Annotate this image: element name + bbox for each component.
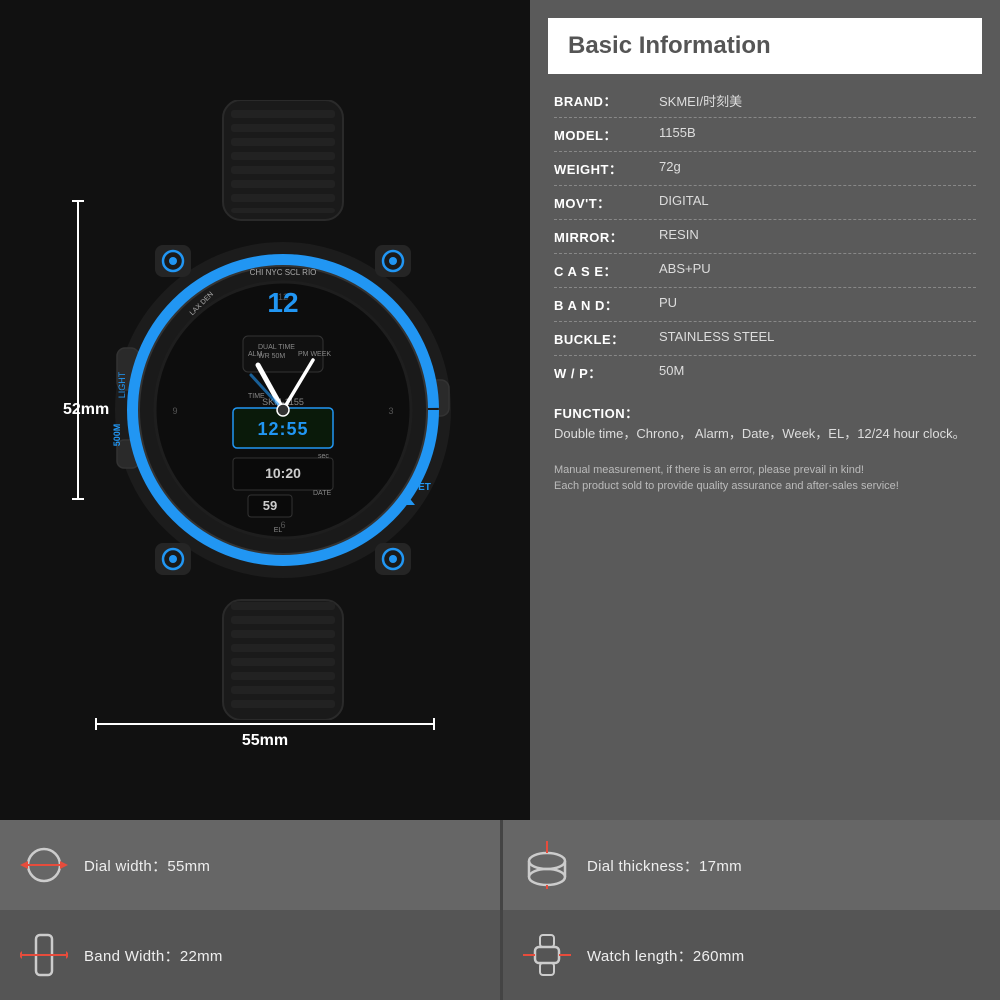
svg-text:12:55: 12:55 [257,419,308,439]
svg-text:EL: EL [274,527,283,534]
spec-row: C A S E：ABS+PU [554,254,976,288]
svg-text:CHI NYC SCL RIO: CHI NYC SCL RIO [250,268,317,277]
watch-container: 52mm 55mm [25,30,505,790]
spec-label: W / P： [554,363,659,382]
width-label: 55mm [242,732,288,750]
spec-label: B A N D： [554,295,659,314]
spec-label: MIRROR： [554,227,659,246]
bottom-row-2: Band Width：22mm Watch length：260mm [0,910,1000,1000]
svg-text:DUAL TIME: DUAL TIME [258,344,295,351]
spec-value: PU [659,295,976,310]
function-value: Double time，Chrono， Alarm，Date，Week，EL，1… [554,424,976,445]
spec-row: BRAND：SKMEI/时刻美 [554,84,976,118]
spec-value: 1155B [659,125,976,140]
svg-text:LIGHT: LIGHT [117,371,127,398]
function-row: FUNCTION： Double time，Chrono， Alarm，Date… [554,389,976,452]
spec-label: MODEL： [554,125,659,144]
svg-text:12: 12 [267,287,298,318]
band-width-text: Band Width：22mm [84,945,223,966]
specs-container: BRAND：SKMEI/时刻美MODEL：1155BWEIGHT：72gMOV'… [554,84,976,389]
watch-length-text: Watch length：260mm [587,945,744,966]
right-panel: Basic Information BRAND：SKMEI/时刻美MODEL：1… [530,0,1000,820]
info-header: Basic Information [548,18,982,74]
spec-value: STAINLESS STEEL [659,329,976,344]
spec-label: BRAND： [554,91,659,110]
watch-length-icon [523,931,571,979]
dial-width-cell: Dial width：55mm [0,820,500,910]
spec-label: C A S E： [554,261,659,280]
spec-value: RESIN [659,227,976,242]
spec-value: ABS+PU [659,261,976,276]
note-text: Manual measurement, if there is an error… [554,462,976,495]
function-label: FUNCTION： [554,403,659,422]
spec-label: MOV'T： [554,193,659,212]
dial-thickness-text: Dial thickness：17mm [587,855,742,876]
svg-text:10:20: 10:20 [265,465,301,481]
spec-value: SKMEI/时刻美 [659,91,976,110]
spec-value: 72g [659,159,976,174]
main-content: 52mm 55mm [0,0,1000,820]
height-dimension [77,200,79,500]
dial-width-text: Dial width：55mm [84,855,210,876]
spec-row: BUCKLE：STAINLESS STEEL [554,322,976,356]
width-dimension [95,723,435,725]
info-title: Basic Information [568,32,962,60]
svg-text:3: 3 [388,406,393,416]
svg-text:ALM: ALM [248,351,263,358]
spec-row: B A N D：PU [554,288,976,322]
spec-row: WEIGHT：72g [554,152,976,186]
band-width-cell: Band Width：22mm [0,910,500,1000]
svg-text:9: 9 [172,406,177,416]
dial-width-icon [20,841,68,889]
watch-length-cell: Watch length：260mm [500,910,1000,1000]
svg-text:DATE: DATE [313,490,331,497]
dial-thickness-cell: Dial thickness：17mm [500,820,1000,910]
dial-thickness-icon [523,841,571,889]
svg-text:500M: 500M [112,424,122,447]
spec-row: MODEL：1155B [554,118,976,152]
bottom-bar: Dial width：55mm Dial thickness：17mm [0,820,1000,1000]
spec-value: 50M [659,363,976,378]
watch-image: LIGHT START REBET 500M CHI NYC SCL RIO [103,100,463,720]
spec-label: WEIGHT： [554,159,659,178]
spec-row: MIRROR：RESIN [554,220,976,254]
svg-text:sec: sec [318,453,329,460]
svg-text:59: 59 [263,498,277,513]
spec-row: MOV'T：DIGITAL [554,186,976,220]
left-panel: 52mm 55mm [0,0,530,820]
svg-text:PM WEEK: PM WEEK [298,351,331,358]
band-width-icon [20,931,68,979]
svg-text:TIME: TIME [248,393,265,400]
info-body: BRAND：SKMEI/时刻美MODEL：1155BWEIGHT：72gMOV'… [530,74,1000,820]
spec-label: BUCKLE： [554,329,659,348]
spec-value: DIGITAL [659,193,976,208]
spec-row: W / P：50M [554,356,976,389]
bottom-row-1: Dial width：55mm Dial thickness：17mm [0,820,1000,910]
